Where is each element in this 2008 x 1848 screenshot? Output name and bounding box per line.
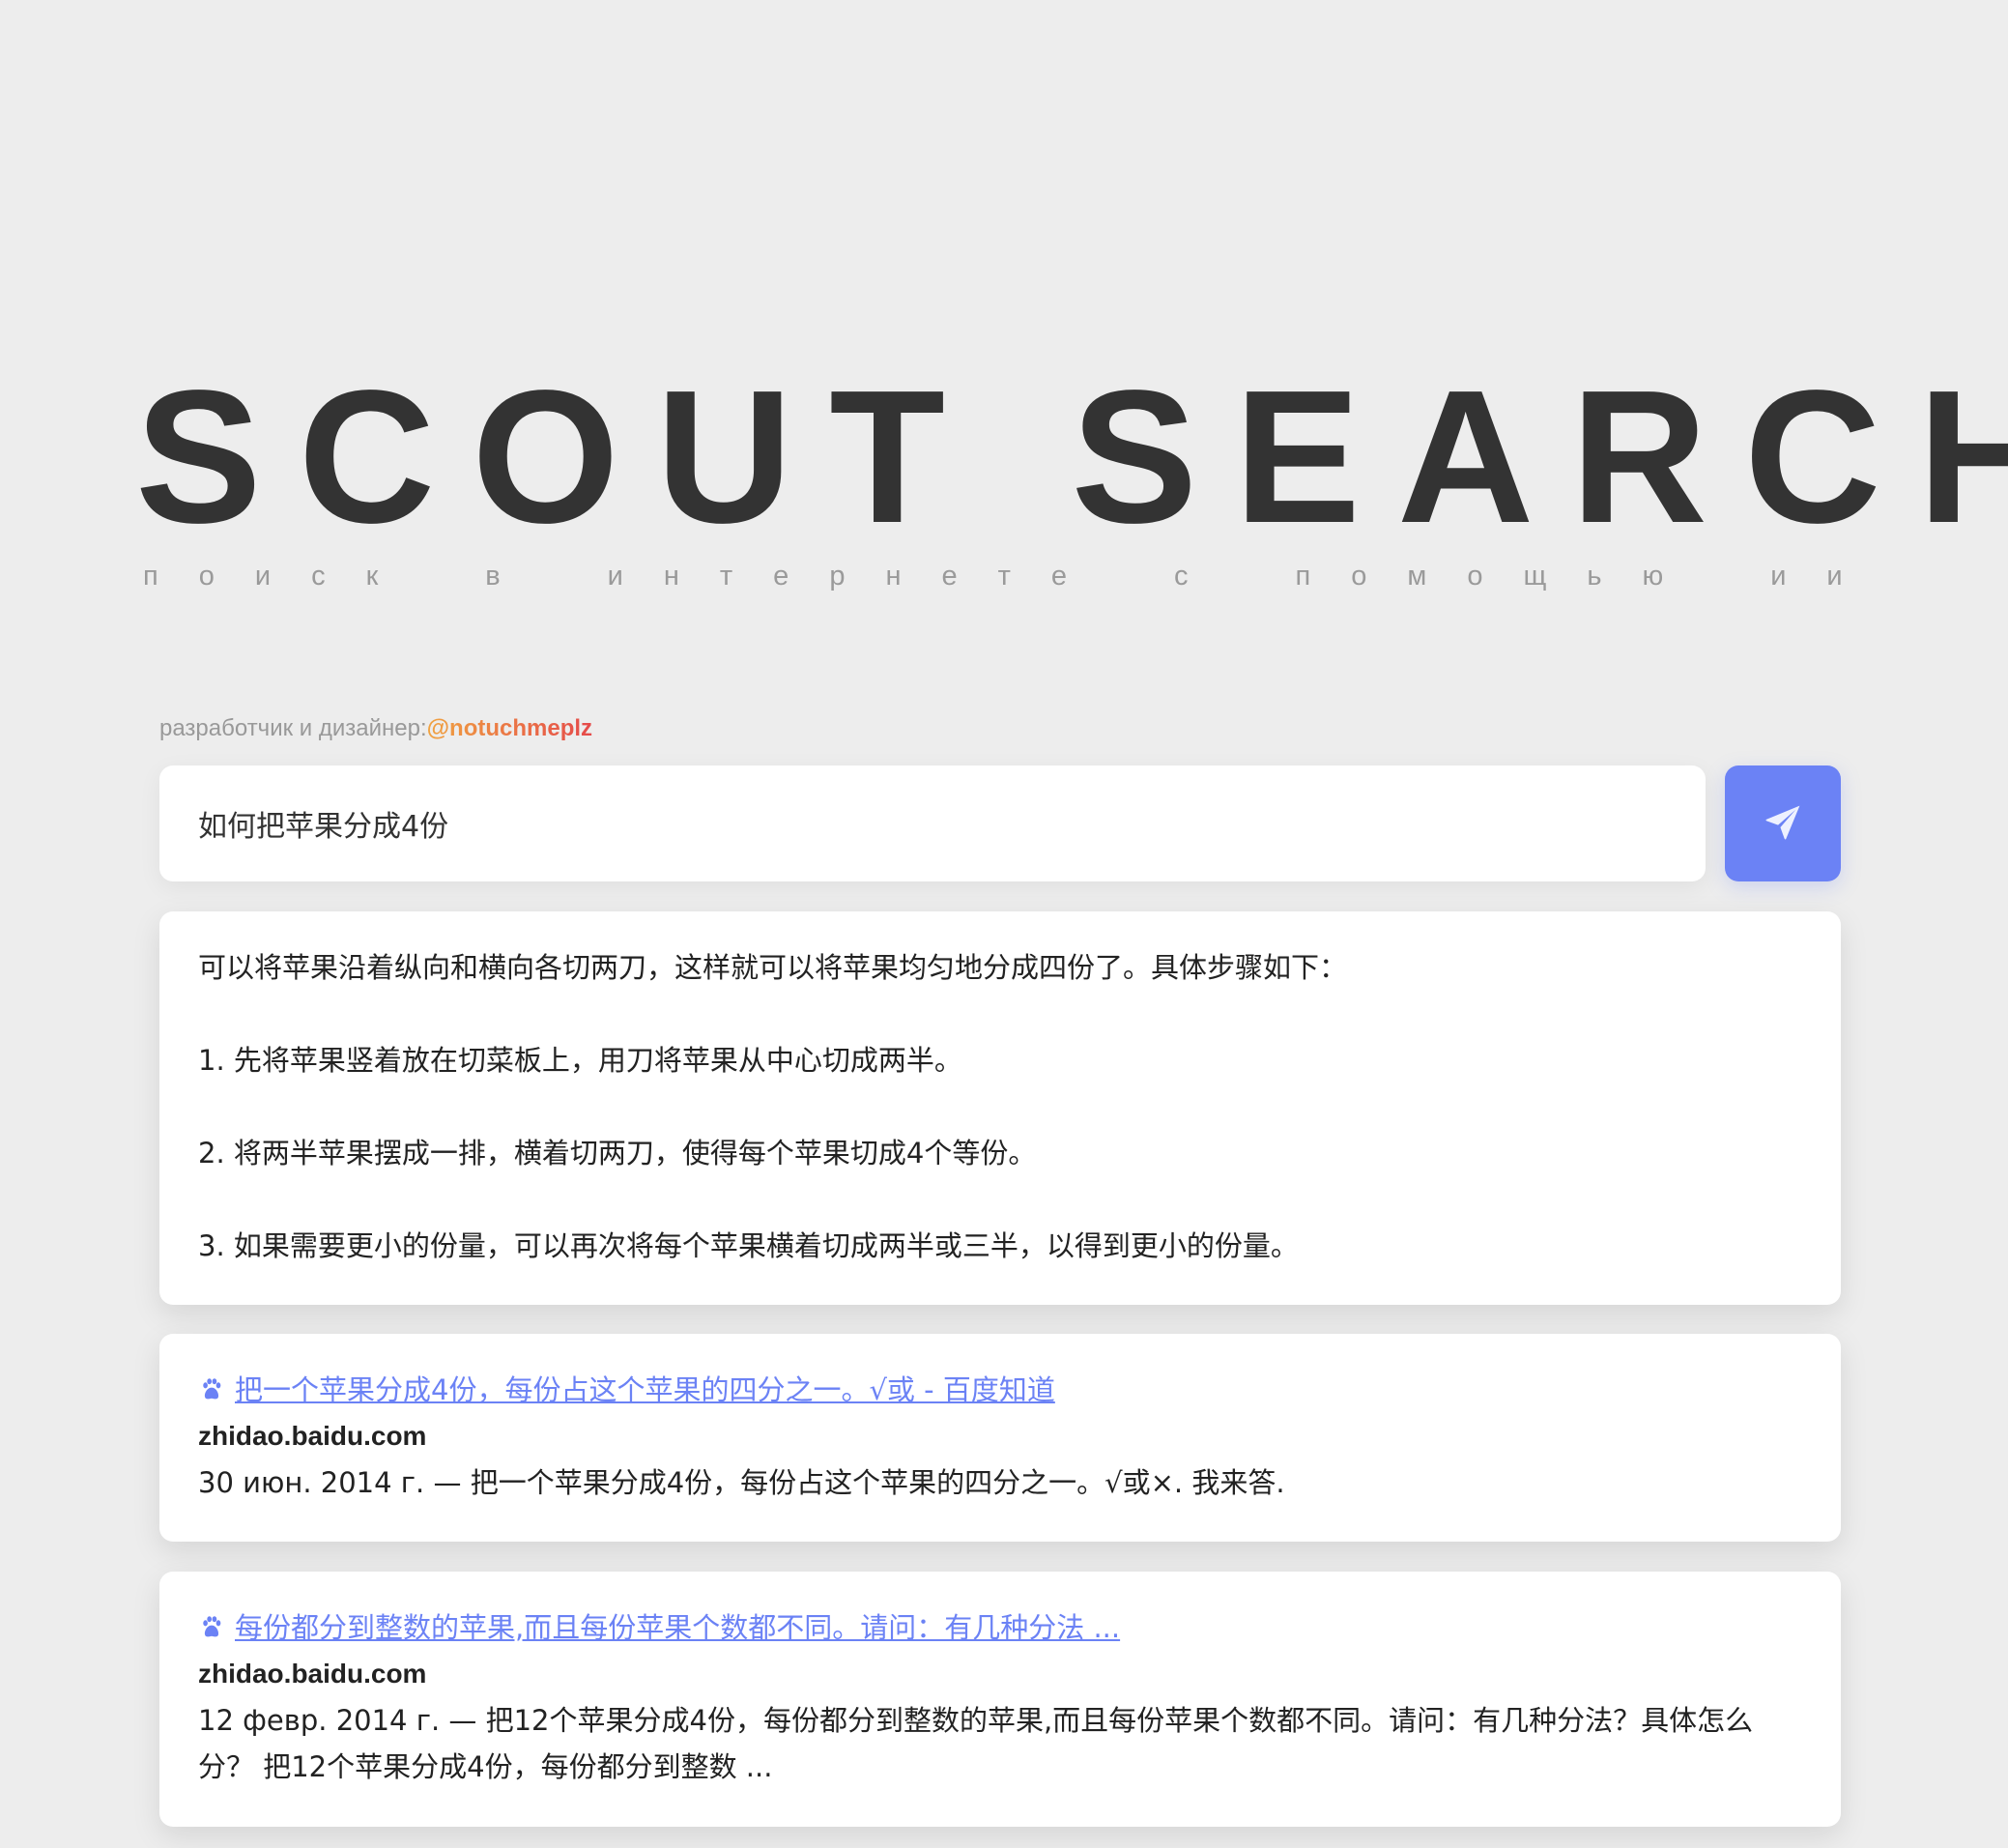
baidu-paw-icon [198, 1376, 225, 1403]
subtitle-letter: и [254, 561, 273, 592]
search-result-card: 把一个苹果分成4份，每份占这个苹果的四分之一。√或 - 百度知道 zhidao.… [159, 1334, 1841, 1542]
answer-intro: 可以将苹果沿着纵向和横向各切两刀，这样就可以将苹果均匀地分成四份了。具体步骤如下… [198, 951, 1348, 984]
answer-step-3: 3. 如果需要更小的份量，可以再次将每个苹果横着切成两半或三半，以得到更小的份量… [198, 1229, 1299, 1262]
subtitle-letter: н [885, 561, 903, 592]
subtitle-letter: о [1351, 561, 1368, 592]
subtitle-letter: т [719, 561, 734, 592]
subtitle-letter: с [311, 561, 327, 592]
subtitle-letter: р [829, 561, 846, 592]
subtitle-word-gap [541, 561, 568, 592]
result-title-link[interactable]: 把一个苹果分成4份，每份占这个苹果的四分之一。√或 - 百度知道 [198, 1367, 1802, 1413]
subtitle-letter: и [607, 561, 624, 592]
author-handle-link[interactable]: @notuchmeplz [427, 715, 592, 741]
subtitle-letter: м [1407, 561, 1428, 592]
result-domain: zhidao.baidu.com [198, 1659, 427, 1689]
subtitle-letter: п [1295, 561, 1312, 592]
result-snippet: 12 февр. 2014 г. — 把12个苹果分成4份，每份都分到整数的苹果… [198, 1704, 1754, 1783]
search-input[interactable] [159, 765, 1706, 881]
result-title-text: 每份都分到整数的苹果,而且每份苹果个数都不同。请问：有几种分法 ... [235, 1611, 1121, 1644]
ai-answer-card: 可以将苹果沿着纵向和横向各切两刀，这样就可以将苹果均匀地分成四份了。具体步骤如下… [159, 911, 1841, 1305]
subtitle-letter: т [997, 561, 1012, 592]
subtitle-word-gap [1107, 561, 1134, 592]
result-title-text: 把一个苹果分成4份，每份占这个苹果的四分之一。√或 - 百度知道 [235, 1373, 1055, 1406]
search-bar [159, 765, 1841, 881]
search-result-card: 每份都分到整数的苹果,而且每份苹果个数都不同。请问：有几种分法 ... zhid… [159, 1572, 1841, 1827]
subtitle-word-gap [1704, 561, 1731, 592]
subtitle-letter: с [1174, 561, 1190, 592]
subtitle-letter: н [663, 561, 680, 592]
credit-label: разработчик и дизайнер: [159, 715, 427, 741]
subtitle-letter: ю [1642, 561, 1665, 592]
subtitle-letter: щ [1523, 561, 1548, 592]
baidu-paw-icon [198, 1614, 225, 1641]
result-snippet: 30 июн. 2014 г. — 把一个苹果分成4份，每份占这个苹果的四分之一… [198, 1466, 1285, 1499]
subtitle-letter: к [365, 561, 380, 592]
send-icon [1762, 801, 1804, 847]
subtitle-letter: е [941, 561, 959, 592]
subtitle-letter: о [198, 561, 215, 592]
subtitle-letter: и [1826, 561, 1844, 592]
subtitle-letter: и [1770, 561, 1788, 592]
subtitle-word-gap [1229, 561, 1256, 592]
app-subtitle: поисквинтернетеспомощьюии [143, 561, 1844, 592]
answer-step-2: 2. 将两半苹果摆成一排，横着切两刀，使得每个苹果切成4个等份。 [198, 1137, 1037, 1169]
result-title-link[interactable]: 每份都分到整数的苹果,而且每份苹果个数都不同。请问：有几种分法 ... [198, 1604, 1802, 1651]
answer-step-1: 1. 先将苹果竖着放在切菜板上，用刀将苹果从中心切成两半。 [198, 1044, 962, 1077]
subtitle-letter: е [1050, 561, 1069, 592]
subtitle-letter: е [773, 561, 790, 592]
credit-line: разработчик и дизайнер:@notuchmeplz [159, 715, 592, 742]
subtitle-letter: ь [1587, 561, 1603, 592]
search-submit-button[interactable] [1725, 765, 1841, 881]
subtitle-word-gap [418, 561, 445, 592]
result-domain: zhidao.baidu.com [198, 1421, 427, 1451]
subtitle-letter: п [143, 561, 159, 592]
subtitle-letter: в [485, 561, 502, 592]
subtitle-letter: о [1467, 561, 1484, 592]
app-title: SCOUT SEARCH [135, 351, 2008, 563]
